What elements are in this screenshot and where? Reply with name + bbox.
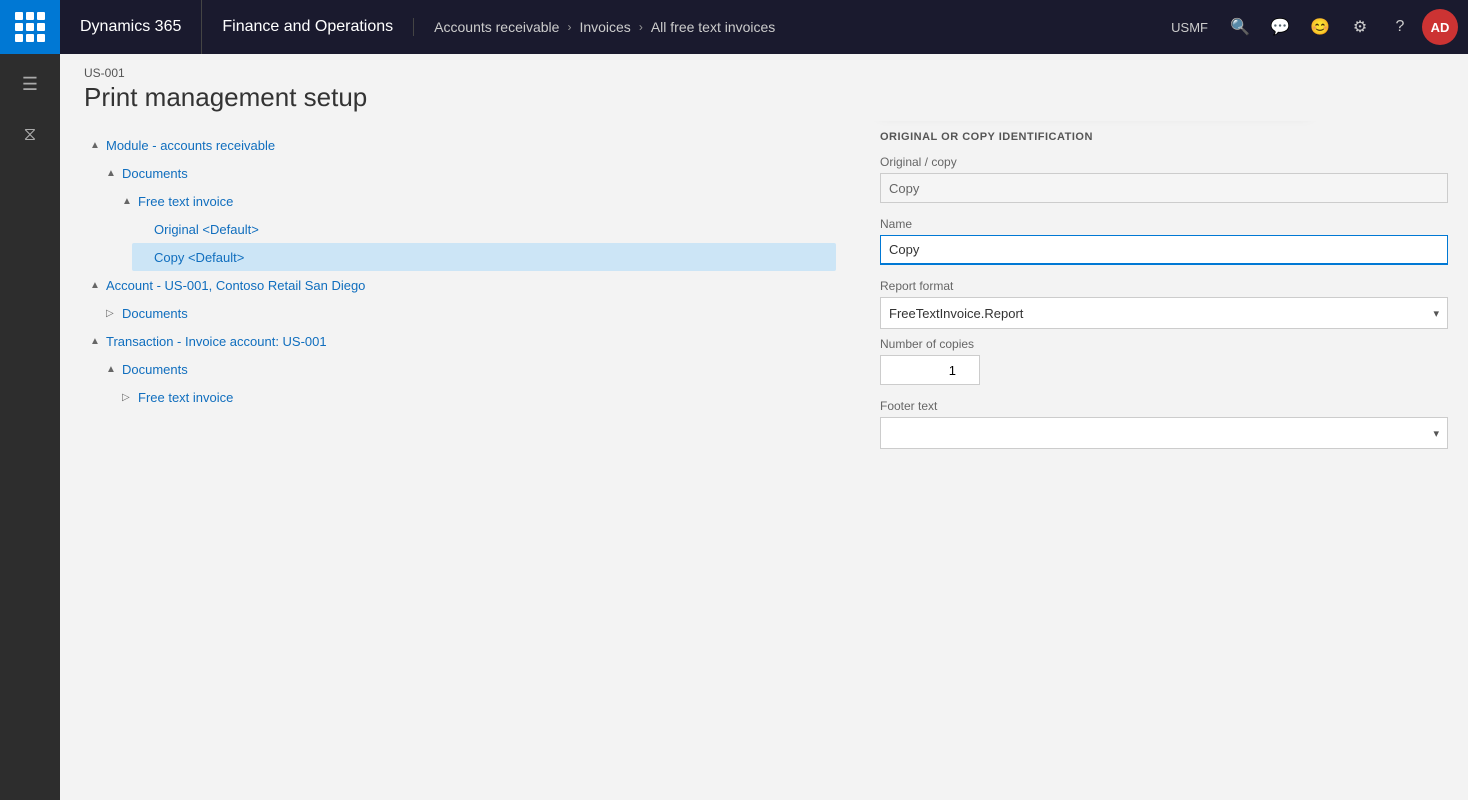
tree-node-original-default[interactable]: Original <Default>: [132, 215, 836, 243]
name-label: Name: [880, 217, 1448, 231]
page-header: US-001 Print management setup: [60, 54, 1468, 121]
page-subheader: US-001: [84, 66, 1444, 80]
tree-label-copy: Copy <Default>: [154, 250, 244, 265]
tree-arrow-fti: ▲: [122, 196, 138, 207]
tree-label-documents1: Documents: [122, 166, 188, 181]
tree-arrow-fti2: ▷: [122, 392, 138, 403]
breadcrumb-sep-1: ›: [639, 20, 643, 34]
name-group: Name: [880, 217, 1448, 265]
brand-section: Dynamics 365: [60, 0, 202, 54]
tree-label-fti: Free text invoice: [138, 194, 233, 209]
sidebar-filter-button[interactable]: ⧖: [10, 114, 50, 154]
tree-node-copy-default[interactable]: Copy <Default>: [132, 243, 836, 271]
tree-arrow-orig: [138, 224, 154, 235]
brand-name[interactable]: Dynamics 365: [80, 18, 181, 36]
page-title: Print management setup: [84, 82, 1444, 113]
tree-panel: ▲ Module - accounts receivable ▲ Documen…: [60, 121, 860, 787]
search-button[interactable]: 🔍: [1222, 9, 1258, 45]
tree-node-free-text-invoice2[interactable]: ▷ Free text invoice: [116, 383, 836, 411]
help-button[interactable]: ?: [1382, 9, 1418, 45]
tree-label-documents3: Documents: [122, 362, 188, 377]
tree-node-transaction[interactable]: ▲ Transaction - Invoice account: US-001: [84, 327, 836, 355]
tree-arrow-module: ▲: [90, 140, 106, 151]
tree-arrow-documents1: ▲: [106, 168, 122, 179]
apps-grid-icon: [15, 12, 45, 42]
report-format-caret-icon: ▾: [1433, 307, 1439, 320]
report-format-label: Report format: [880, 279, 1448, 293]
tree-label-transaction: Transaction - Invoice account: US-001: [106, 334, 327, 349]
tree-arrow-documents2: ▷: [106, 308, 122, 319]
topnav-right: USMF 🔍 💬 😊 ⚙ ? AD: [1151, 9, 1468, 45]
original-copy-group: Original / copy: [880, 155, 1448, 203]
topnav: Dynamics 365 Finance and Operations Acco…: [0, 0, 1468, 54]
breadcrumb-sep-0: ›: [567, 20, 571, 34]
report-format-dropdown-btn[interactable]: FreeTextInvoice.Report ▾: [880, 297, 1448, 329]
sidebar-hamburger-button[interactable]: ☰: [10, 64, 50, 104]
footer-text-dropdown-btn[interactable]: ▾: [880, 417, 1448, 449]
tree-arrow-copy: [138, 252, 154, 263]
settings-button[interactable]: ⚙: [1342, 9, 1378, 45]
tree-label-fti2: Free text invoice: [138, 390, 233, 405]
number-of-copies-group: Number of copies: [880, 337, 1448, 385]
report-format-current-value: FreeTextInvoice.Report: [889, 306, 1023, 321]
right-panel: ORIGINAL OR COPY IDENTIFICATION Original…: [860, 121, 1468, 787]
tree-label-documents2: Documents: [122, 306, 188, 321]
content-area: ▲ Module - accounts receivable ▲ Documen…: [60, 121, 1468, 787]
report-format-dropdown-container: FreeTextInvoice.Report ▾: [880, 297, 1448, 329]
tree-node-module[interactable]: ▲ Module - accounts receivable: [84, 131, 836, 159]
user-avatar[interactable]: AD: [1422, 9, 1458, 45]
number-of-copies-input[interactable]: [880, 355, 980, 385]
report-format-section: All countries/regions US UK DE ▾ Report …: [880, 279, 1448, 329]
tree-node-documents3[interactable]: ▲ Documents: [100, 355, 836, 383]
footer-text-dropdown-container: ▾: [880, 417, 1448, 449]
tree-arrow-documents3: ▲: [106, 364, 122, 375]
original-copy-input[interactable]: [880, 173, 1448, 203]
section-header-orig-copy: ORIGINAL OR COPY IDENTIFICATION: [880, 131, 1448, 143]
breadcrumb-item-1[interactable]: Invoices: [579, 19, 630, 35]
chat-button[interactable]: 💬: [1262, 9, 1298, 45]
breadcrumb-item-2[interactable]: All free text invoices: [651, 19, 776, 35]
module-name[interactable]: Finance and Operations: [202, 18, 414, 36]
user-circle-button[interactable]: 😊: [1302, 9, 1338, 45]
left-sidebar: ☰ ⧖: [0, 54, 60, 800]
tree-node-documents2[interactable]: ▷ Documents: [100, 299, 836, 327]
tree-node-free-text-invoice[interactable]: ▲ Free text invoice: [116, 187, 836, 215]
footer-text-caret-icon: ▾: [1433, 427, 1439, 440]
environment-label: USMF: [1161, 20, 1218, 35]
breadcrumb-item-0[interactable]: Accounts receivable: [434, 19, 559, 35]
tree-label-orig: Original <Default>: [154, 222, 259, 237]
tree-arrow-account: ▲: [90, 280, 106, 291]
tree-node-documents1[interactable]: ▲ Documents: [100, 159, 836, 187]
footer-text-label: Footer text: [880, 399, 1448, 413]
original-copy-label: Original / copy: [880, 155, 1448, 169]
name-input[interactable]: [880, 235, 1448, 265]
breadcrumb: Accounts receivable › Invoices › All fre…: [414, 19, 1151, 35]
footer-text-group: Footer text ▾: [880, 399, 1448, 449]
tree-node-account[interactable]: ▲ Account - US-001, Contoso Retail San D…: [84, 271, 836, 299]
main-content: US-001 Print management setup ▲ Module -…: [60, 54, 1468, 800]
tree-label-module: Module - accounts receivable: [106, 138, 275, 153]
tree-label-account: Account - US-001, Contoso Retail San Die…: [106, 278, 365, 293]
number-of-copies-label: Number of copies: [880, 337, 1448, 351]
tree-arrow-transaction: ▲: [90, 336, 106, 347]
apps-button[interactable]: [0, 0, 60, 54]
